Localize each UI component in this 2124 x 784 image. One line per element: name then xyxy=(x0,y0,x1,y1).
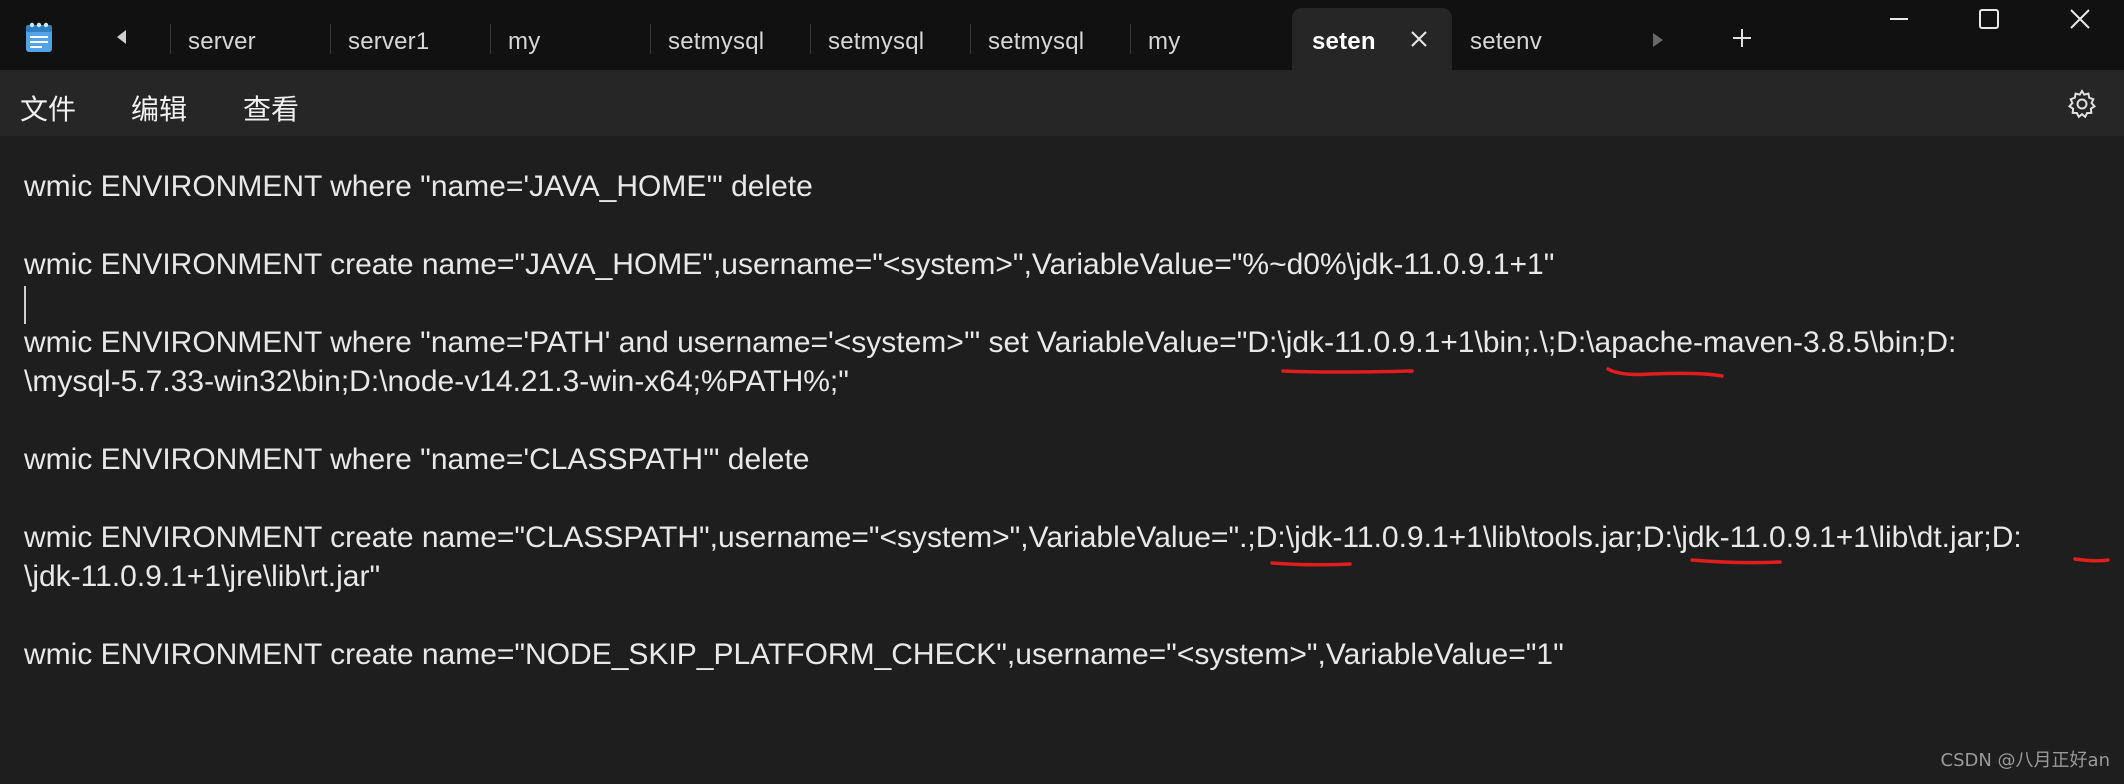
text-line: wmic ENVIRONMENT create name="JAVA_HOME"… xyxy=(24,248,1555,281)
tab-label: setenv xyxy=(1470,28,1542,55)
tab-separator xyxy=(170,24,171,54)
tab-separator xyxy=(650,24,651,54)
scroll-tabs-left-button[interactable] xyxy=(112,27,132,47)
tab-my-2[interactable]: my xyxy=(1130,8,1290,70)
settings-button[interactable] xyxy=(2066,88,2098,120)
title-bar: server server1 my setmysql setmysql setm… xyxy=(0,0,2124,70)
tab-server1[interactable]: server1 xyxy=(330,8,490,70)
tab-separator xyxy=(970,24,971,54)
gear-icon xyxy=(2067,89,2097,119)
menu-bar: 文件 编辑 查看 xyxy=(0,70,2124,136)
menu-view[interactable]: 查看 xyxy=(243,88,299,128)
plus-icon xyxy=(1733,29,1751,47)
tab-seten-active[interactable]: seten xyxy=(1292,8,1452,70)
tab-label: my xyxy=(1148,28,1181,55)
text-line: wmic ENVIRONMENT where "name='JAVA_HOME'… xyxy=(24,170,813,203)
tab-label: server xyxy=(188,28,256,55)
menu-edit[interactable]: 编辑 xyxy=(131,88,187,128)
text-editor-area[interactable]: wmic ENVIRONMENT where "name='JAVA_HOME'… xyxy=(0,136,2124,784)
minimize-button[interactable] xyxy=(1853,0,1943,40)
tab-label: setmysql xyxy=(668,28,765,55)
tab-setmysql-2[interactable]: setmysql xyxy=(810,8,970,70)
text-line: wmic ENVIRONMENT create name="NODE_SKIP_… xyxy=(24,638,1564,671)
scroll-tabs-right-button[interactable] xyxy=(1650,30,1666,50)
tab-label: my xyxy=(508,28,541,55)
minimize-icon xyxy=(1890,18,1908,20)
tab-setmysql[interactable]: setmysql xyxy=(650,8,810,70)
tab-my[interactable]: my xyxy=(490,8,650,70)
menu-file[interactable]: 文件 xyxy=(20,88,76,128)
tab-separator xyxy=(330,24,331,54)
maximize-icon xyxy=(1979,9,1999,29)
tab-separator xyxy=(490,24,491,54)
tab-server[interactable]: server xyxy=(170,8,330,70)
text-line: \mysql-5.7.33-win32\bin;D:\node-v14.21.3… xyxy=(24,365,849,398)
caret-right-icon xyxy=(1653,33,1663,47)
tab-setenv[interactable]: setenv xyxy=(1452,8,1612,70)
close-icon xyxy=(2070,9,2090,29)
text-line: wmic ENVIRONMENT create name="CLASSPATH"… xyxy=(24,521,2022,554)
text-line: \jdk-11.0.9.1+1\jre\lib\rt.jar" xyxy=(24,560,381,593)
tab-separator xyxy=(1130,24,1131,54)
tab-setmysql-3[interactable]: setmysql xyxy=(970,8,1130,70)
close-window-button[interactable] xyxy=(2034,0,2124,40)
new-tab-button[interactable] xyxy=(1730,26,1754,50)
tab-label: server1 xyxy=(348,28,430,55)
tab-label: setmysql xyxy=(828,28,925,55)
close-icon xyxy=(1411,31,1427,47)
text-caret xyxy=(24,286,26,324)
close-tab-button[interactable] xyxy=(1408,28,1430,50)
text-line: wmic ENVIRONMENT where "name='CLASSPATH'… xyxy=(24,443,810,476)
notepad-window: server server1 my setmysql setmysql setm… xyxy=(0,0,2124,784)
maximize-button[interactable] xyxy=(1943,0,2033,40)
notepad-app-icon xyxy=(22,20,56,54)
tab-separator xyxy=(810,24,811,54)
text-line: wmic ENVIRONMENT where "name='PATH' and … xyxy=(24,326,1957,359)
csdn-watermark: CSDN @八月正好an xyxy=(1940,750,2110,771)
caret-left-icon xyxy=(117,30,126,44)
tab-label: seten xyxy=(1312,28,1376,55)
tab-label: setmysql xyxy=(988,28,1085,55)
